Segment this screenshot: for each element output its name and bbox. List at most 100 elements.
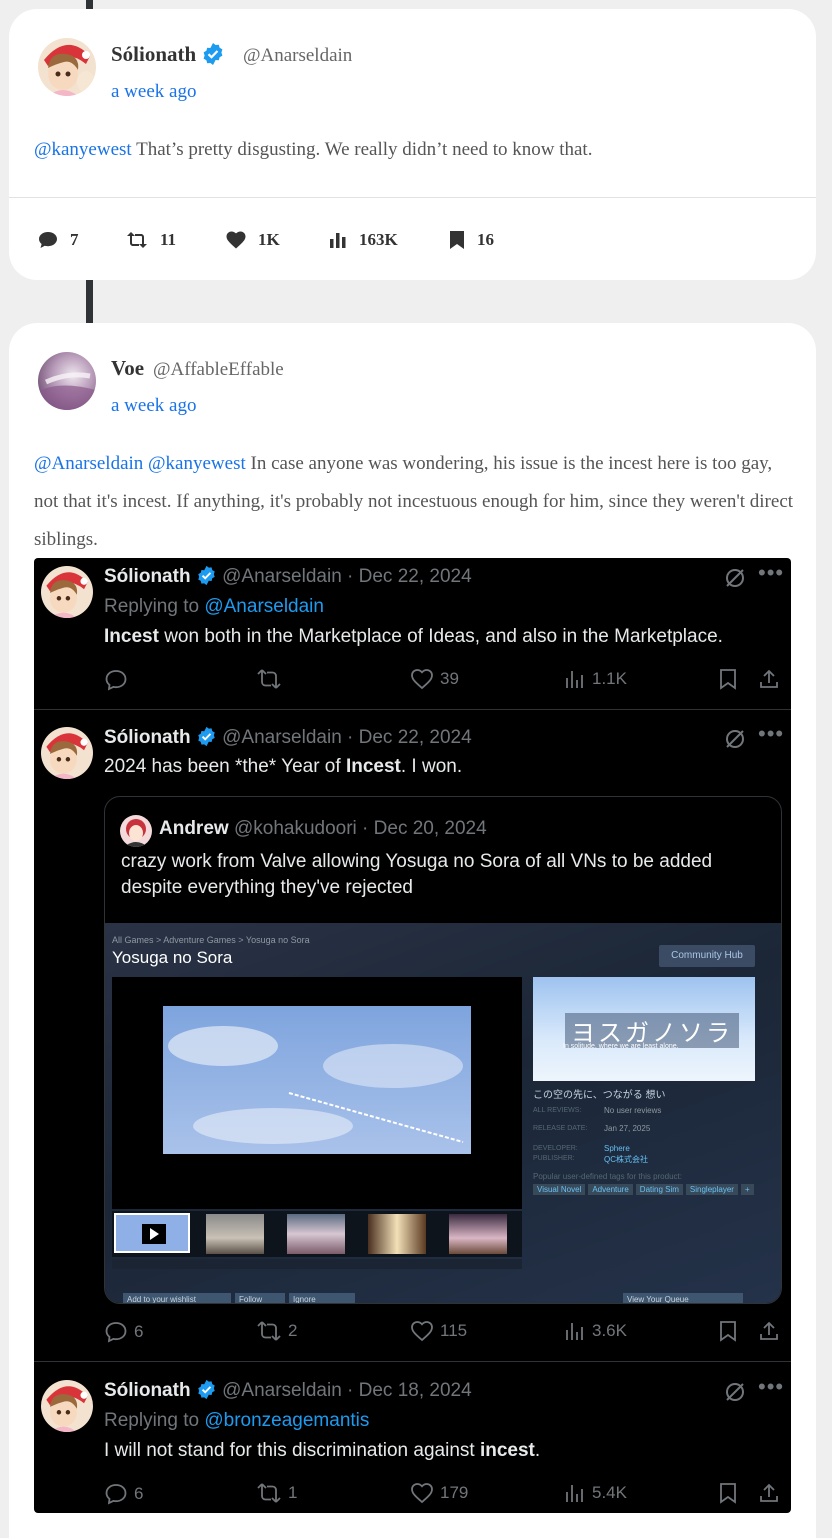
tag-list: Visual Novel Adventure Dating Sim Single… — [533, 1184, 754, 1195]
screenshot-thumbnail — [368, 1214, 426, 1254]
like-action: 115 — [410, 1320, 467, 1342]
heart-icon — [411, 1321, 433, 1342]
bookmark-action — [718, 1482, 744, 1504]
developer-value: Sphere — [604, 1144, 630, 1153]
post-timestamp[interactable]: a week ago — [111, 395, 196, 417]
bookmark-icon — [450, 231, 464, 249]
display-name[interactable]: Voe — [111, 356, 144, 381]
bookmark-count[interactable]: 16 — [449, 230, 494, 250]
quoted-tweet: Andrew @kohakudoori · Dec 20, 2024 crazy… — [104, 796, 782, 1304]
like-count[interactable]: 1K — [226, 230, 280, 250]
tweet-header: Sólionath @Anarseldain · Dec 18, 2024 — [104, 1379, 472, 1402]
share-action — [758, 1320, 786, 1342]
mention-link[interactable]: @kanyewest — [34, 139, 132, 160]
publisher-value: QC株式会社 — [604, 1155, 648, 1164]
tweet-meta: @kohakudoori · Dec 20, 2024 — [228, 818, 487, 839]
repost-action: 2 — [256, 1320, 297, 1342]
tag: Dating Sim — [635, 1184, 683, 1195]
reply-action: 6 — [104, 1482, 143, 1506]
bookmark-action — [718, 1320, 744, 1342]
bookmark-icon — [720, 1483, 736, 1504]
mention-link[interactable]: @Anarseldain — [34, 453, 143, 474]
bookmark-action — [718, 668, 744, 690]
embedded-tweet[interactable]: Sólionath @Anarseldain · Dec 18, 2024 ••… — [34, 1362, 791, 1513]
avatar[interactable] — [38, 352, 96, 410]
tweet-text: 2024 has been *the* Year of Incest. I wo… — [104, 756, 463, 777]
views-action: 3.6K — [564, 1320, 627, 1342]
tag: Singleplayer — [685, 1184, 738, 1195]
embedded-tweet[interactable]: Sólionath @Anarseldain · Dec 22, 2024 ••… — [34, 710, 791, 1361]
game-logo-banner: ヨスガノソラ In solitude, where we are least a… — [533, 977, 755, 1081]
publisher-label: PUBLISHER: — [533, 1155, 575, 1162]
follow-button: Follow — [235, 1293, 285, 1303]
tweet-meta: @Anarseldain · Dec 22, 2024 — [222, 566, 472, 587]
reply-count[interactable]: 7 — [38, 230, 79, 250]
reviews-label: ALL REVIEWS: — [533, 1107, 582, 1114]
ignore-button: Ignore — [289, 1293, 355, 1303]
comment-icon — [39, 232, 57, 248]
avatar-image — [41, 1380, 93, 1432]
reply-action: 6 — [104, 1320, 143, 1344]
repost-icon — [127, 232, 147, 248]
views-icon — [566, 1323, 583, 1340]
screenshot-thumbnail — [287, 1214, 345, 1254]
post-timestamp[interactable]: a week ago — [111, 81, 196, 103]
like-action: 179 — [410, 1482, 468, 1504]
tweet-actions: 6 1 179 5.4K — [104, 1482, 784, 1508]
tweet-actions: 39 1.1K — [104, 668, 784, 694]
screenshot-thumbnail — [206, 1214, 264, 1254]
post-text: That’s pretty disgusting. We really didn… — [131, 139, 593, 160]
comment-icon — [105, 670, 127, 691]
views-icon — [566, 671, 583, 688]
verified-badge-icon — [198, 565, 215, 586]
tweet-meta: @Anarseldain · Dec 18, 2024 — [222, 1380, 472, 1401]
tweet-actions: 6 2 115 3.6K — [104, 1320, 784, 1346]
trailer-video — [112, 977, 522, 1209]
replying-to: Replying to @Anarseldain — [104, 596, 324, 617]
repost-icon — [257, 1321, 281, 1341]
tag: + — [740, 1184, 754, 1195]
more-options-icon: ••• — [758, 560, 785, 585]
tag: Adventure — [588, 1184, 633, 1195]
tweet-meta: @Anarseldain · Dec 22, 2024 — [222, 727, 472, 748]
reply-action — [104, 668, 134, 692]
post-body: @Anarseldain @kanyewest In case anyone w… — [34, 445, 794, 559]
user-handle[interactable]: @AffableEffable — [153, 359, 284, 381]
display-name[interactable]: Sólionath — [111, 42, 225, 67]
heart-icon — [411, 1483, 433, 1504]
mention-link[interactable]: @kanyewest — [148, 453, 246, 474]
bookmark-icon — [720, 1321, 736, 1342]
repost-count[interactable]: 11 — [126, 230, 176, 250]
avatar[interactable] — [38, 38, 96, 96]
avatar — [120, 815, 152, 847]
embedded-screenshot[interactable]: Sólionath @Anarseldain · Dec 22, 2024 ••… — [34, 558, 791, 1513]
release-label: RELEASE DATE: — [533, 1125, 588, 1132]
views-icon — [330, 233, 346, 248]
embedded-tweet[interactable]: Sólionath @Anarseldain · Dec 22, 2024 ••… — [34, 558, 791, 709]
avatar-image — [38, 38, 96, 96]
game-title: Yosuga no Sora — [112, 948, 233, 967]
view-queue-button: View Your Queue — [623, 1293, 743, 1303]
share-action — [758, 668, 786, 690]
tweet-header: Sólionath @Anarseldain · Dec 22, 2024 — [104, 726, 472, 749]
tweet-header: Sólionath @Anarseldain · Dec 22, 2024 — [104, 565, 472, 588]
comment-icon — [105, 1322, 127, 1343]
more-options-icon: ••• — [758, 1374, 785, 1399]
like-action: 39 — [410, 668, 459, 690]
release-value: Jan 27, 2025 — [604, 1124, 651, 1133]
user-handle[interactable]: @Anarseldain — [243, 45, 352, 67]
share-action — [758, 1482, 786, 1504]
view-count[interactable]: 163K — [329, 230, 398, 250]
divider — [9, 197, 816, 198]
heart-icon — [226, 231, 246, 249]
display-name-text[interactable]: Sólionath — [111, 42, 196, 66]
grok-icon — [726, 569, 744, 587]
post-body: @kanyewest That’s pretty disgusting. We … — [34, 131, 794, 169]
bookmark-icon — [720, 669, 736, 690]
share-icon — [760, 669, 778, 688]
video-thumbnail — [114, 1213, 190, 1253]
grok-icon — [726, 730, 744, 748]
comment-icon — [105, 1484, 127, 1505]
avatar — [41, 566, 93, 618]
community-hub-button: Community Hub — [659, 945, 755, 967]
